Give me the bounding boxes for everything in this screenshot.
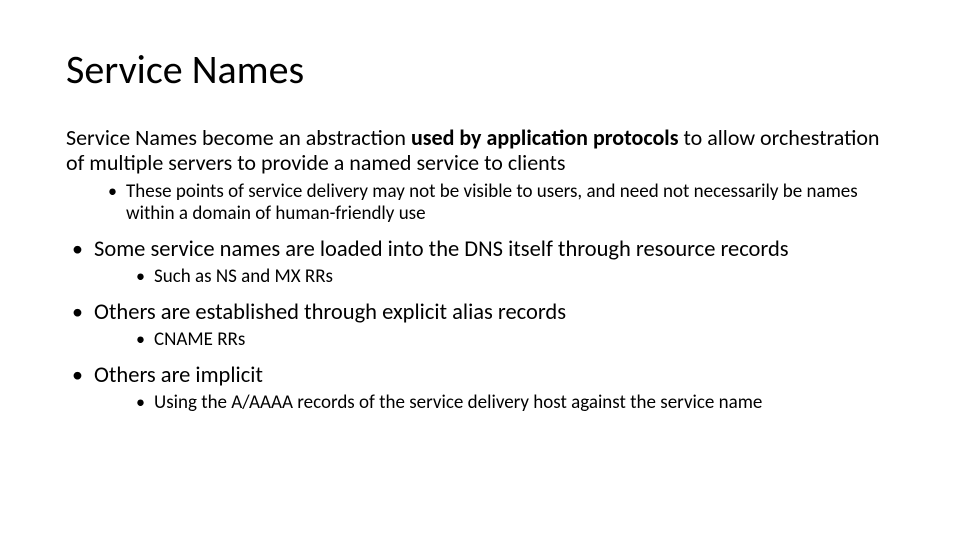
slide-title: Service Names [66, 48, 894, 92]
bullet-text: Others are established through explicit … [94, 299, 566, 326]
sub-bullet-item: CNAME RRs [94, 329, 894, 351]
intro-pre: Service Names become an abstraction [66, 124, 411, 151]
bullet-item: Some service names are loaded into the D… [66, 237, 894, 288]
slide: Service Names Service Names become an ab… [0, 0, 960, 540]
intro-subpoint: These points of service delivery may not… [66, 181, 894, 225]
sub-bullet-item: Such as NS and MX RRs [94, 266, 894, 288]
bullet-text: Some service names are loaded into the D… [94, 236, 789, 263]
sub-bullet-item: Using the A/AAAA records of the service … [94, 392, 894, 414]
bullet-item: Others are implicit Using the A/AAAA rec… [66, 363, 894, 414]
sub-bullet-list: Such as NS and MX RRs [94, 266, 894, 288]
bullet-text: Others are implicit [94, 362, 263, 389]
intro-bold: used by application protocols [411, 124, 679, 151]
sub-bullet-list: Using the A/AAAA records of the service … [94, 392, 894, 414]
bullet-item: Others are established through explicit … [66, 300, 894, 351]
sub-bullet-list: CNAME RRs [94, 329, 894, 351]
intro-paragraph: Service Names become an abstraction used… [66, 126, 894, 175]
intro-subpoints: These points of service delivery may not… [66, 181, 894, 225]
bullet-list: Some service names are loaded into the D… [66, 237, 894, 414]
